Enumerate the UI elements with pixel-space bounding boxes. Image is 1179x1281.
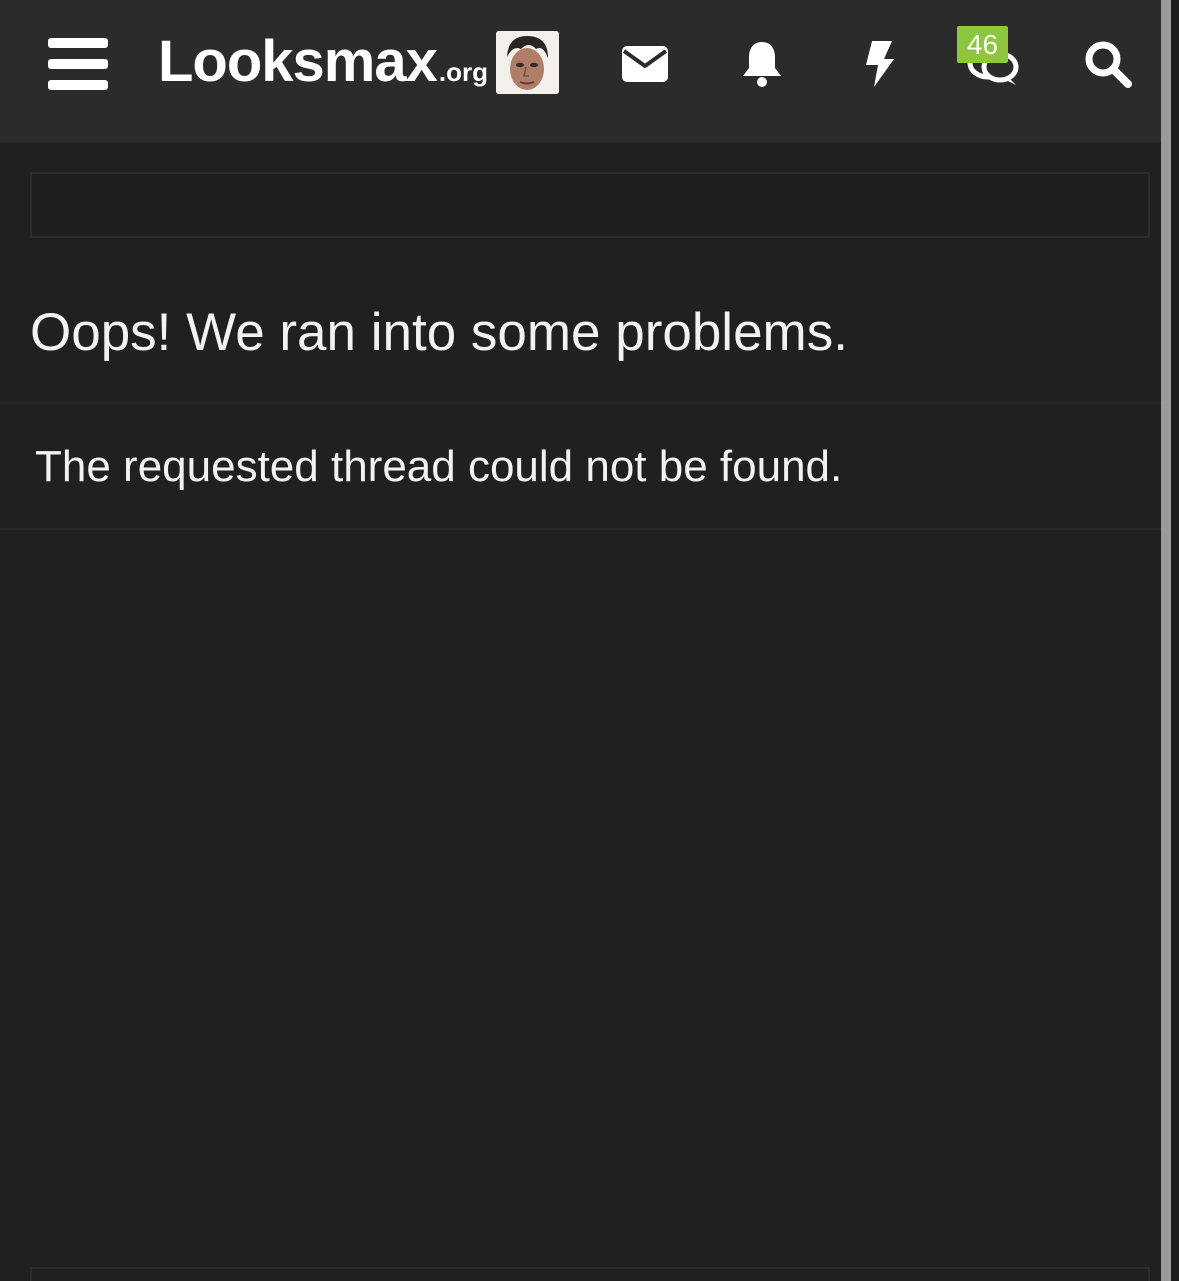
bell-icon[interactable] [734, 36, 790, 92]
envelope-icon[interactable] [617, 36, 673, 92]
conversations-count-badge: 46 [957, 26, 1008, 63]
error-title: Oops! We ran into some problems. [30, 303, 848, 362]
hamburger-menu-icon[interactable] [48, 38, 108, 90]
logo-tld-text: .org [438, 57, 488, 87]
top-header: Looksmax .org 46 [0, 0, 1161, 143]
error-message: The requested thread could not be found. [35, 442, 843, 491]
page: Looksmax .org 46 Oops! We ran into some … [0, 0, 1179, 1281]
search-icon[interactable] [1080, 36, 1136, 92]
scrollbar-thumb[interactable] [1161, 0, 1171, 1281]
divider [0, 528, 1161, 530]
notice-container [30, 172, 1150, 238]
site-logo[interactable]: Looksmax .org [158, 30, 488, 94]
avatar-face-icon [496, 31, 559, 94]
footer-container [30, 1267, 1150, 1281]
logo-main-text: Looksmax [158, 29, 438, 94]
divider [0, 402, 1161, 404]
lightning-bolt-icon[interactable] [851, 36, 907, 92]
user-avatar[interactable] [496, 31, 559, 94]
